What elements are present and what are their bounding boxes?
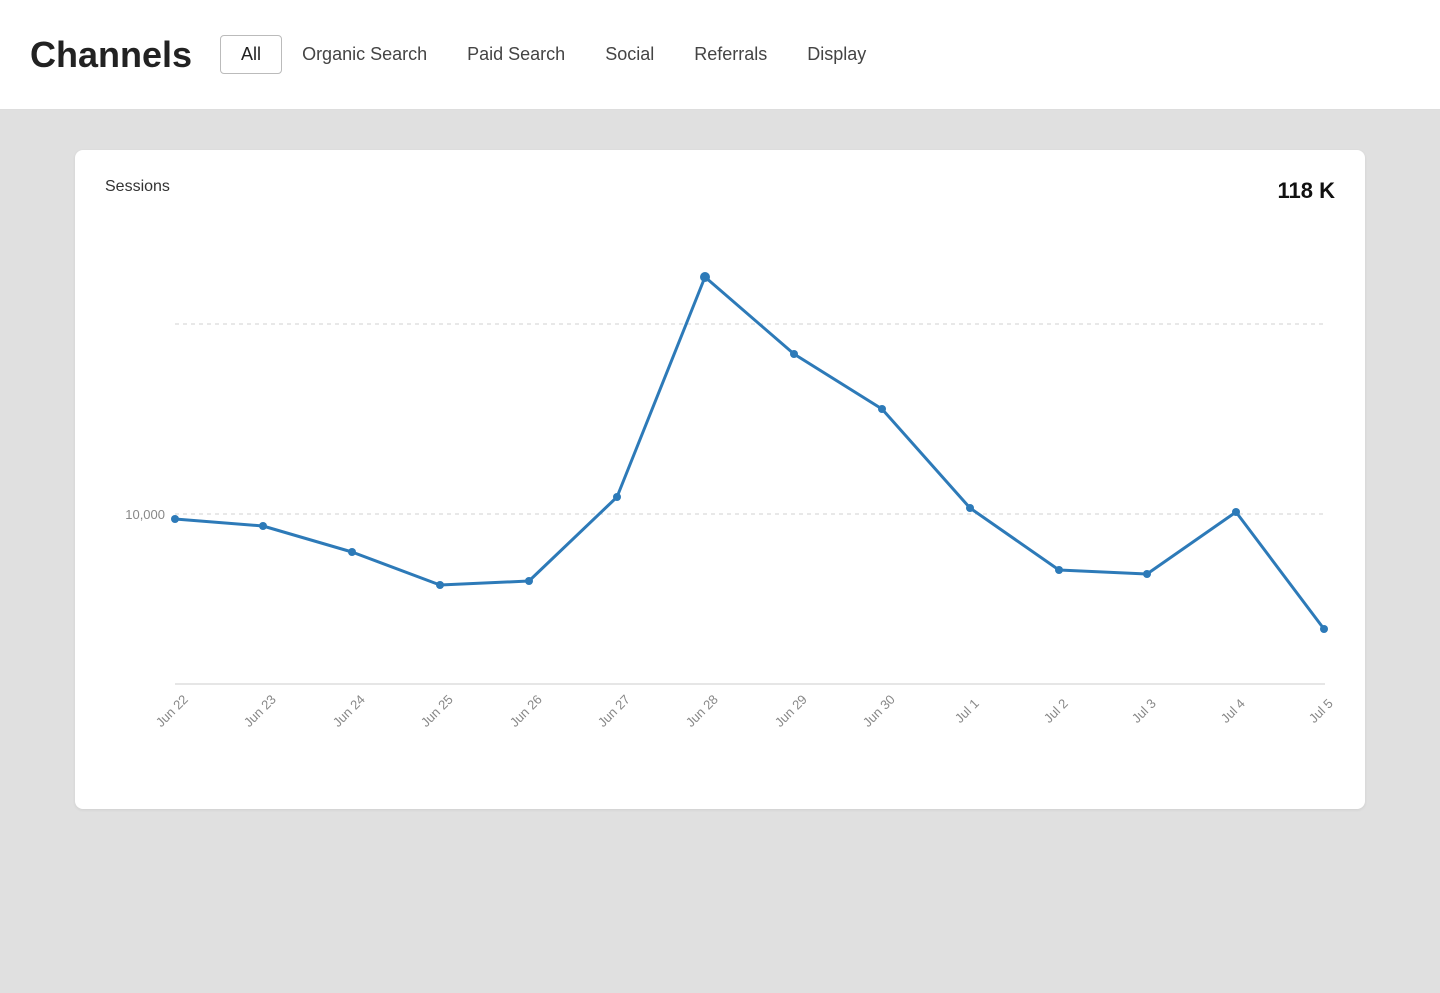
dot-jul2	[1055, 566, 1063, 574]
dot-jun23	[259, 522, 267, 530]
dot-jun30	[878, 405, 886, 413]
dot-jul4	[1232, 508, 1240, 516]
x-label-jun27: Jun 27	[595, 692, 633, 730]
dot-jun29	[790, 350, 798, 358]
dot-jul3	[1143, 570, 1151, 578]
svg-text:10,000: 10,000	[125, 507, 165, 522]
x-label-jul3: Jul 3	[1129, 696, 1159, 726]
sessions-line	[175, 277, 1324, 629]
x-label-jul1: Jul 1	[952, 696, 982, 726]
x-label-jun22: Jun 22	[153, 692, 191, 730]
dot-jun25	[436, 581, 444, 589]
dot-jun28	[700, 272, 710, 282]
dot-jul5	[1320, 625, 1328, 633]
x-label-jun24: Jun 24	[330, 692, 368, 730]
chart-header: Sessions 118 K	[105, 178, 1335, 204]
tab-paid-search[interactable]: Paid Search	[447, 36, 585, 73]
dot-jul1	[966, 504, 974, 512]
chart-card: Sessions 118 K 10,000	[75, 150, 1365, 809]
chart-svg-container: 10,000 Jun 22	[105, 224, 1335, 789]
x-label-jun26: Jun 26	[507, 692, 545, 730]
x-label-jun23: Jun 23	[241, 692, 279, 730]
dot-jun24	[348, 548, 356, 556]
tab-referrals[interactable]: Referrals	[674, 36, 787, 73]
tab-bar: All Organic Search Paid Search Social Re…	[220, 35, 886, 74]
x-label-jun28: Jun 28	[683, 692, 721, 730]
main-content: Sessions 118 K 10,000	[0, 110, 1440, 993]
x-label-jul2: Jul 2	[1041, 696, 1071, 726]
x-label-jun29: Jun 29	[772, 692, 810, 730]
dot-jun26	[525, 577, 533, 585]
header: Channels All Organic Search Paid Search …	[0, 0, 1440, 110]
tab-all[interactable]: All	[220, 35, 282, 74]
dot-jun27	[613, 493, 621, 501]
chart-label: Sessions	[105, 178, 170, 196]
tab-display[interactable]: Display	[787, 36, 886, 73]
x-label-jul4: Jul 4	[1218, 696, 1248, 726]
dot-jun22	[171, 515, 179, 523]
page-title: Channels	[30, 34, 192, 76]
tab-social[interactable]: Social	[585, 36, 674, 73]
sessions-chart: 10,000 Jun 22	[105, 224, 1335, 784]
x-label-jun25: Jun 25	[418, 692, 456, 730]
x-label-jul5: Jul 5	[1306, 696, 1336, 726]
x-label-jun30: Jun 30	[860, 692, 898, 730]
tab-organic-search[interactable]: Organic Search	[282, 36, 447, 73]
chart-value: 118 K	[1278, 178, 1336, 204]
